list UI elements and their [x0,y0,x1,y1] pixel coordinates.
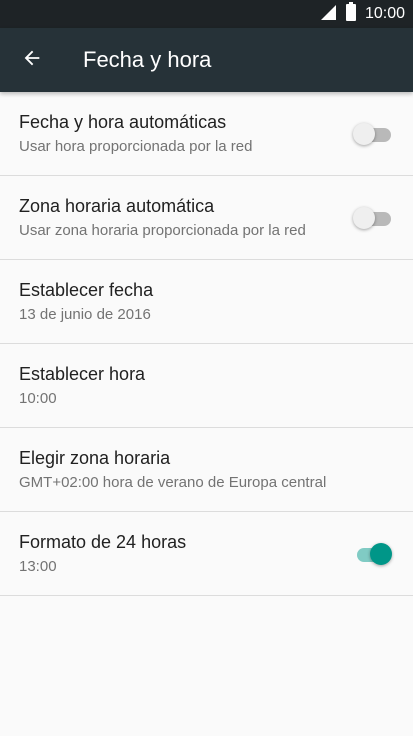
setting-subtitle: Usar zona horaria proporcionada por la r… [19,222,306,239]
back-button[interactable] [16,44,48,76]
setting-subtitle: 13:00 [19,558,57,575]
toggle-thumb [353,207,375,229]
arrow-back-icon [21,47,43,74]
signal-icon [319,3,337,26]
setting-automatic-time-zone[interactable]: Zona horaria automática Usar zona horari… [0,176,413,260]
setting-title: Formato de 24 horas [19,532,187,552]
setting-subtitle: Usar hora proporcionada por la red [19,138,253,155]
settings-list: Fecha y hora automáticas Usar hora propo… [0,92,413,596]
setting-title: Establecer hora [19,364,146,384]
setting-select-time-zone[interactable]: Elegir zona horaria GMT+02:00 hora de ve… [0,428,413,512]
toggle-thumb [353,123,375,145]
setting-subtitle: 10:00 [19,390,57,407]
page-title: Fecha y hora [83,47,212,72]
automatic-time-zone-toggle[interactable] [353,207,391,229]
setting-title: Zona horaria automática [19,196,215,216]
setting-title: Establecer fecha [19,280,154,300]
status-time: 10:00 [364,5,405,22]
setting-title: Fecha y hora automáticas [19,112,227,132]
setting-set-time[interactable]: Establecer hora 10:00 [0,344,413,428]
setting-24-hour-format[interactable]: Formato de 24 horas 13:00 [0,512,413,596]
setting-subtitle: 13 de junio de 2016 [19,306,151,323]
setting-automatic-date-time[interactable]: Fecha y hora automáticas Usar hora propo… [0,92,413,176]
setting-subtitle: GMT+02:00 hora de verano de Europa centr… [19,474,327,491]
battery-icon [345,1,357,27]
status-bar: 10:00 [0,0,413,28]
automatic-date-time-toggle[interactable] [353,123,391,145]
toggle-thumb [370,543,392,565]
setting-title: Elegir zona horaria [19,448,171,468]
status-icons: 10:00 [319,0,405,28]
setting-set-date[interactable]: Establecer fecha 13 de junio de 2016 [0,260,413,344]
24-hour-format-toggle[interactable] [355,543,392,565]
app-bar: Fecha y hora [0,28,413,92]
